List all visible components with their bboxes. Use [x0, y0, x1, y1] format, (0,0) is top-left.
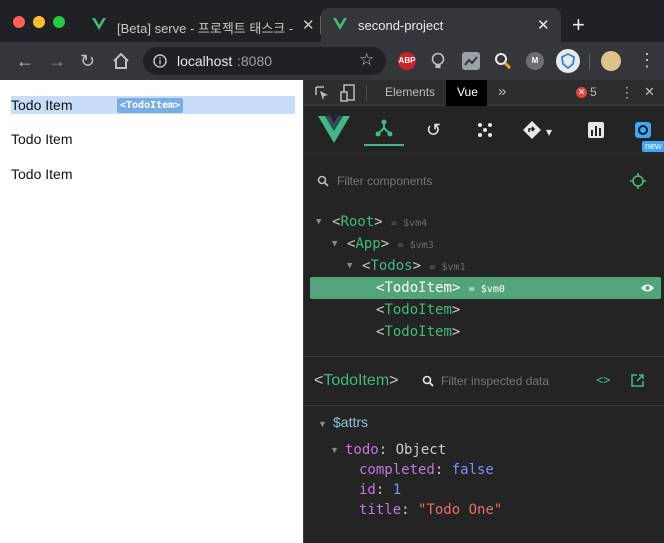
component-tree-icon	[375, 119, 393, 137]
open-external-icon[interactable]	[631, 374, 644, 387]
more-tabs-icon[interactable]: »	[498, 83, 506, 100]
component-name: TodoItem	[384, 324, 452, 340]
tab-vue[interactable]: Vue	[446, 80, 487, 106]
expand-triangle-icon[interactable]: ▼	[318, 419, 327, 429]
minimize-window-button[interactable]	[33, 16, 45, 28]
url-host: localhost	[177, 53, 233, 69]
browser-toolbar: ← → ↻ localhost :8080 ☆ ABP M ⋮	[0, 42, 664, 80]
tab-title: second-project	[358, 18, 444, 33]
lightbulb-extension-icon[interactable]	[430, 52, 446, 70]
browser-titlebar: [Beta] serve - 프로젝트 태스크 - Vue ✕ second-p…	[0, 0, 664, 42]
tree-node-todoitem[interactable]: <TodoItem>	[304, 299, 664, 321]
expand-triangle-icon[interactable]: ▼	[347, 255, 352, 277]
search-icon	[317, 175, 329, 187]
back-icon[interactable]: ←	[16, 51, 34, 71]
tab-elements[interactable]: Elements	[385, 85, 435, 99]
info-icon[interactable]	[153, 54, 167, 68]
device-toggle-icon[interactable]	[340, 84, 356, 102]
history-icon[interactable]: ↺	[426, 120, 441, 140]
tree-node-todoitem-selected[interactable]: <TodoItem> = $vm0	[310, 277, 661, 299]
url-port: :8080	[237, 53, 273, 69]
component-name: Root	[340, 214, 375, 230]
eye-icon[interactable]	[640, 283, 655, 293]
filter-components-input[interactable]	[337, 172, 607, 190]
address-bar[interactable]: localhost :8080 ☆	[143, 47, 386, 75]
section-header[interactable]: $attrs	[333, 414, 368, 430]
tree-node-app[interactable]: ▼ <App> = $vm3	[304, 233, 664, 255]
devtools-panel: Elements Vue » ✕ 5 ⋮ ✕ ↺ ▾ new ▼ <Root> …	[303, 80, 664, 543]
devtools-tabbar: Elements Vue » ✕ 5 ⋮ ✕	[304, 80, 664, 106]
object-property[interactable]: todo: Object	[345, 441, 446, 459]
expand-triangle-icon[interactable]: ▼	[316, 211, 321, 233]
reload-icon[interactable]: ↻	[80, 51, 95, 71]
component-name: TodoItem	[384, 280, 452, 296]
close-window-button[interactable]	[13, 16, 25, 28]
todo-item[interactable]: Todo Item	[11, 166, 72, 182]
inspected-component-title: <TodoItem>	[314, 372, 399, 389]
router-icon[interactable]	[522, 120, 542, 140]
tree-node-todoitem[interactable]: <TodoItem>	[304, 321, 664, 343]
chart-extension-icon[interactable]	[462, 52, 480, 70]
vm-ref: $vm0	[480, 284, 505, 295]
close-tab-icon[interactable]: ✕	[537, 16, 550, 34]
home-icon[interactable]	[112, 52, 130, 70]
vm-ref: $vm1	[441, 262, 466, 273]
tab-vue-label: Vue	[457, 85, 478, 99]
component-name: Todos	[370, 258, 413, 274]
todo-item[interactable]: Todo Item	[11, 131, 72, 147]
maximize-window-button[interactable]	[53, 16, 65, 28]
component-name: App	[355, 236, 381, 252]
field-title: title: "Todo One"	[359, 502, 503, 518]
chevron-down-icon[interactable]: ▾	[546, 122, 552, 142]
new-tab-icon[interactable]: +	[572, 14, 585, 36]
select-component-icon[interactable]	[630, 173, 646, 189]
filter-inspected-data-input[interactable]	[441, 372, 581, 390]
close-tab-icon[interactable]: ✕	[302, 16, 315, 34]
profile-avatar[interactable]	[601, 51, 621, 71]
vue-logo-icon	[318, 116, 350, 143]
settings-icon[interactable]	[634, 121, 652, 139]
vm-ref: $vm4	[403, 218, 428, 229]
todo-item[interactable]: Todo Item	[11, 97, 72, 113]
component-name: TodoItem	[384, 302, 452, 318]
inspect-element-icon[interactable]	[314, 85, 330, 101]
vue-devtools-toolbar: ↺ ▾ new	[304, 106, 664, 154]
code-icon[interactable]: <>	[596, 373, 610, 387]
components-tab[interactable]	[364, 116, 404, 146]
search-icon	[422, 375, 434, 387]
tab-title: [Beta] serve - 프로젝트 태스크 - Vue	[117, 21, 297, 36]
field-id: id: 1	[359, 482, 402, 498]
component-tag-label: <TodoItem>	[117, 98, 184, 113]
vue-logo-icon	[333, 18, 347, 30]
devtools-menu-icon[interactable]: ⋮	[620, 84, 634, 101]
tab-active[interactable]: second-project ✕	[321, 8, 561, 42]
page-viewport: Todo Item <TodoItem> Todo Item Todo Item	[0, 80, 303, 543]
expand-triangle-icon[interactable]: ▼	[332, 233, 337, 255]
tab-inactive[interactable]: [Beta] serve - 프로젝트 태스크 - Vue ✕	[80, 8, 320, 42]
vm-ref: $vm3	[409, 240, 434, 251]
browser-menu-icon[interactable]: ⋮	[638, 51, 656, 69]
bookmark-star-icon[interactable]: ☆	[359, 50, 374, 70]
m-extension-icon[interactable]: M	[526, 52, 544, 70]
new-badge: new	[642, 141, 664, 152]
magnifier-extension-icon[interactable]	[494, 52, 512, 70]
vue-logo-icon	[92, 18, 106, 30]
adblock-extension-icon[interactable]: ABP	[398, 52, 416, 70]
tree-node-root[interactable]: ▼ <Root> = $vm4	[304, 211, 664, 233]
shield-extension-icon[interactable]	[556, 49, 580, 73]
close-devtools-icon[interactable]: ✕	[644, 84, 655, 100]
performance-icon[interactable]	[587, 121, 605, 139]
field-completed: completed: false	[359, 462, 494, 478]
vuex-icon[interactable]	[476, 121, 494, 139]
error-count[interactable]: 5	[590, 85, 597, 99]
expand-triangle-icon[interactable]: ▼	[330, 445, 339, 455]
error-icon: ✕	[576, 87, 587, 98]
forward-icon[interactable]: →	[48, 51, 66, 71]
tree-node-todos[interactable]: ▼ <Todos> = $vm1	[304, 255, 664, 277]
